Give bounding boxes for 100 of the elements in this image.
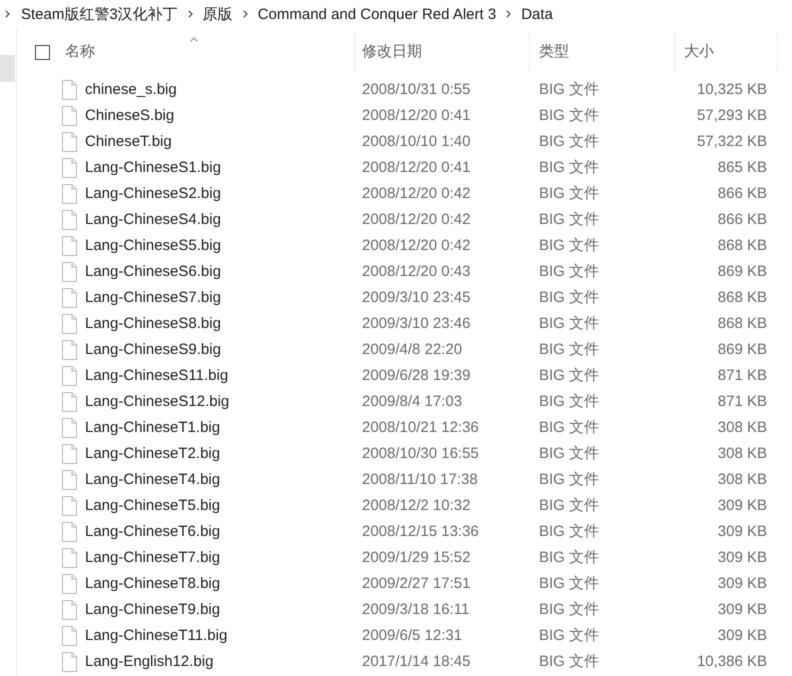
modified-date: 2008/10/30 16:55 [361, 444, 480, 464]
file-icon [62, 444, 77, 464]
file-size: 309 KB [716, 600, 767, 620]
file-name[interactable]: Lang-ChineseT2.big [85, 442, 220, 466]
file-icon [62, 210, 77, 230]
breadcrumb-item[interactable]: 原版 [202, 6, 233, 22]
file-size: 868 KB [716, 236, 767, 256]
modified-date: 2008/10/31 0:55 [361, 80, 472, 100]
file-name[interactable]: ChineseS.big [85, 104, 174, 128]
file-size: 57,293 KB [696, 106, 767, 126]
file-name[interactable]: Lang-ChineseT11.big [85, 624, 228, 648]
breadcrumb-item[interactable]: Data [521, 6, 553, 22]
file-icon [62, 288, 77, 308]
file-name[interactable]: Lang-ChineseT6.big [85, 520, 220, 544]
file-type: BIG 文件 [538, 158, 600, 178]
modified-date: 2008/12/20 0:42 [361, 236, 472, 256]
file-type: BIG 文件 [538, 652, 600, 672]
file-type: BIG 文件 [538, 262, 600, 282]
file-type: BIG 文件 [538, 470, 600, 490]
file-name[interactable]: Lang-ChineseT7.big [85, 546, 220, 570]
file-icon [62, 314, 77, 334]
chevron-right-icon[interactable] [242, 10, 248, 18]
file-type: BIG 文件 [538, 366, 600, 386]
column-header[interactable]: 类型 [530, 33, 675, 71]
file-type: BIG 文件 [538, 340, 600, 360]
modified-date: 2008/11/10 17:38 [361, 470, 479, 490]
chevron-right-icon[interactable] [188, 10, 193, 18]
file-type: BIG 文件 [538, 106, 600, 126]
modified-date: 2008/12/20 0:41 [361, 106, 472, 126]
file-size: 309 KB [716, 548, 767, 568]
file-size: 309 KB [716, 496, 767, 516]
file-icon [62, 496, 77, 516]
file-size: 871 KB [716, 366, 767, 386]
chevron-right-icon[interactable] [5, 10, 10, 18]
modified-date: 2009/3/10 23:46 [361, 314, 472, 334]
modified-date: 2008/12/20 0:43 [361, 262, 472, 282]
file-name[interactable]: Lang-English12.big [85, 650, 214, 674]
file-icon [62, 262, 77, 282]
file-size: 865 KB [716, 158, 767, 178]
breadcrumb-item[interactable]: Command and Conquer Red Alert 3 [258, 6, 496, 22]
modified-date: 2009/3/10 23:45 [361, 288, 472, 308]
file-name[interactable]: Lang-ChineseS6.big [85, 260, 221, 284]
chevron-right-icon[interactable] [506, 10, 512, 18]
file-icon [62, 574, 77, 594]
file-type: BIG 文件 [538, 132, 600, 152]
file-name[interactable]: Lang-ChineseS8.big [85, 312, 221, 336]
modified-date: 2008/12/20 0:42 [361, 184, 472, 204]
file-type: BIG 文件 [538, 548, 600, 568]
file-size: 871 KB [716, 392, 767, 412]
file-type: BIG 文件 [538, 236, 600, 256]
modified-date: 2009/1/29 15:52 [361, 548, 472, 568]
column-header[interactable]: 大小 [675, 33, 778, 71]
file-name[interactable]: ChineseT.big [85, 130, 172, 154]
file-icon [62, 626, 77, 646]
modified-date: 2009/4/8 22:20 [361, 340, 464, 360]
file-icon [62, 106, 77, 126]
file-name[interactable]: chinese_s.big [85, 78, 177, 102]
file-type: BIG 文件 [538, 288, 600, 308]
file-name[interactable]: Lang-ChineseS12.big [85, 390, 230, 414]
file-name[interactable]: Lang-ChineseT5.big [85, 494, 220, 518]
file-size: 308 KB [716, 418, 767, 438]
file-type: BIG 文件 [538, 418, 600, 438]
file-icon [62, 366, 77, 386]
file-icon [62, 522, 77, 542]
file-name[interactable]: Lang-ChineseS7.big [85, 286, 221, 310]
column-header[interactable]: 名称 [50, 33, 355, 71]
column-header[interactable]: 修改日期 [355, 33, 530, 71]
file-name[interactable]: Lang-ChineseT4.big [85, 468, 220, 492]
file-size: 309 KB [716, 574, 767, 594]
file-name[interactable]: Lang-ChineseS1.big [85, 156, 221, 180]
file-name[interactable]: Lang-ChineseS5.big [85, 234, 221, 258]
file-type: BIG 文件 [538, 626, 600, 646]
file-name[interactable]: Lang-ChineseT9.big [85, 598, 220, 622]
file-icon [62, 392, 77, 412]
file-name[interactable]: Lang-ChineseS4.big [85, 208, 221, 232]
file-icon [62, 600, 77, 620]
file-icon [62, 652, 77, 672]
modified-date: 2009/3/18 16:11 [361, 600, 470, 620]
select-all-checkbox[interactable] [35, 44, 50, 60]
file-size: 309 KB [716, 626, 767, 646]
file-size: 868 KB [716, 314, 767, 334]
breadcrumb-item[interactable]: Steam版红警3汉化补丁 [21, 6, 178, 22]
file-size: 869 KB [716, 262, 767, 282]
file-name[interactable]: Lang-ChineseS11.big [85, 364, 228, 388]
file-size: 10,386 KB [696, 652, 767, 672]
file-name[interactable]: Lang-ChineseS2.big [85, 182, 221, 206]
file-type: BIG 文件 [538, 392, 600, 412]
file-icon [62, 470, 77, 490]
modified-date: 2008/12/20 0:41 [361, 158, 472, 178]
file-type: BIG 文件 [538, 522, 600, 542]
modified-date: 2008/10/21 12:36 [361, 418, 480, 438]
file-type: BIG 文件 [538, 496, 600, 516]
modified-date: 2008/12/2 10:32 [361, 496, 472, 516]
file-name[interactable]: Lang-ChineseT8.big [85, 572, 220, 596]
file-size: 866 KB [716, 210, 767, 230]
file-name[interactable]: Lang-ChineseS9.big [85, 338, 221, 362]
file-type: BIG 文件 [538, 80, 600, 100]
file-icon [62, 80, 77, 100]
file-name[interactable]: Lang-ChineseT1.big [85, 416, 220, 440]
file-type: BIG 文件 [538, 314, 600, 334]
